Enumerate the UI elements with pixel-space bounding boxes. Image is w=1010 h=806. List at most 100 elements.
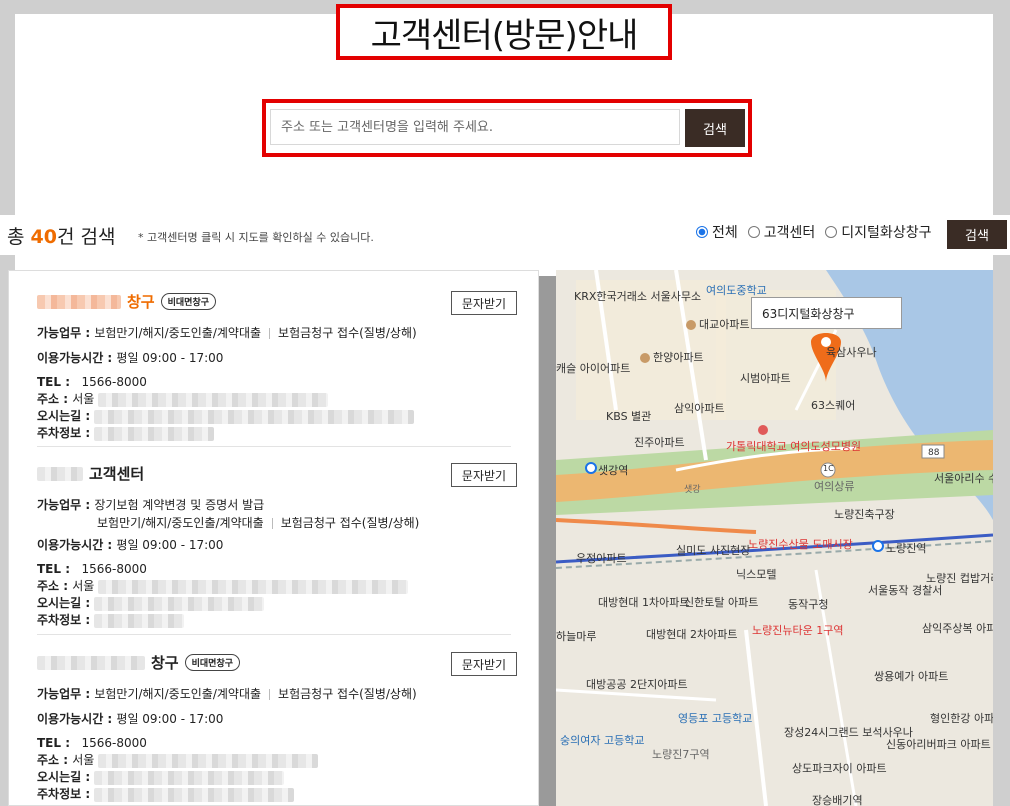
divider — [37, 634, 511, 635]
way-row: 오시는길 : — [37, 408, 517, 425]
radio-customer-center-label[interactable]: 고객센터 — [764, 222, 816, 242]
map-label: 하늘마루 — [556, 630, 597, 643]
center-name[interactable]: 고객센터 — [37, 463, 517, 484]
map-label: 상도파크자이 아파트 — [792, 762, 887, 775]
addr-label: 주소 : — [37, 753, 73, 767]
map-label: 대방공공 2단지아파트 — [586, 678, 688, 691]
work-value-2: 보험금청구 접수(질병/상해) — [280, 516, 420, 530]
map-label-text: 대교아파트 — [699, 318, 750, 331]
map-label: 노량진축구장 — [834, 508, 895, 521]
map-label: 대방현대 2차아파트 — [646, 628, 738, 641]
radio-digital-window-label[interactable]: 디지털화상창구 — [841, 222, 931, 242]
redacted-name — [37, 294, 121, 309]
tel-row: TEL : 1566-8000 — [37, 560, 517, 578]
tel-row: TEL : 1566-8000 — [37, 734, 517, 752]
hours-row: 이용가능시간 : 평일 09:00 - 17:00 — [37, 536, 517, 554]
work-row: 가능업무 : 보험만기/해지/중도인출/계약대출 보험금청구 접수(질병/상해) — [37, 685, 517, 703]
radio-all[interactable] — [696, 226, 708, 238]
work-row-2: 보험만기/해지/중도인출/계약대출 보험금청구 접수(질병/상해) — [37, 514, 517, 532]
map-label: 캐슬 아이어파트 — [556, 362, 631, 375]
parking-label: 주차정보 : — [37, 613, 91, 627]
map-label: 동작구청 — [788, 598, 829, 611]
list-item[interactable]: 창구 비대면창구 문자받기 가능업무 : 보험만기/해지/중도인출/계약대출 보험… — [37, 652, 517, 803]
center-name-suffix[interactable]: 창구 — [151, 652, 179, 673]
map-label: 장승배기역 — [812, 794, 863, 806]
redacted-parking — [93, 426, 214, 441]
map-label: 노량진역 — [886, 542, 927, 555]
center-name[interactable]: 창구 비대면창구 — [37, 652, 517, 673]
map-label: 육삼사우나 — [826, 346, 877, 359]
result-list[interactable]: 창구 비대면창구 문자받기 가능업무 : 보험만기/해지/중도인출/계약대출 보험… — [8, 270, 539, 806]
redacted-address — [98, 579, 409, 594]
addr-label: 주소 : — [37, 392, 73, 406]
map-label: 우정아파트 — [576, 552, 627, 565]
hours-value: 평일 09:00 - 17:00 — [116, 538, 224, 552]
filter-search-button[interactable]: 검색 — [947, 220, 1007, 249]
way-row: 오시는길 : — [37, 769, 517, 786]
work-label: 가능업무 : — [37, 326, 95, 340]
status-badge: 비대면창구 — [184, 654, 241, 671]
way-label: 오시는길 : — [37, 770, 91, 784]
page-title-box: 고객센터(방문)안내 — [336, 4, 672, 60]
map-label: 가톨릭대학교 여의도성모병원 — [726, 440, 862, 453]
work-row: 가능업무 : 장기보험 계약변경 및 증명서 발급 — [37, 496, 517, 514]
divider — [37, 446, 511, 447]
map-label: 숭의여자 고등학교 — [560, 734, 645, 747]
tel-value: 1566-8000 — [81, 375, 147, 389]
addr-row: 주소 : 서울 — [37, 578, 517, 595]
map-label: KRX한국거래소 서울사무소 — [574, 290, 702, 303]
radio-digital-window[interactable] — [825, 226, 838, 238]
hours-row: 이용가능시간 : 평일 09:00 - 17:00 — [37, 349, 517, 367]
map-label: 노량진 컵밥거리 — [926, 572, 993, 585]
list-item[interactable]: 고객센터 문자받기 가능업무 : 장기보험 계약변경 및 증명서 발급 보험만기… — [37, 463, 517, 629]
hours-label: 이용가능시간 : — [37, 538, 117, 552]
redacted-way — [93, 770, 284, 785]
hospital-icon — [758, 425, 768, 435]
hours-value: 평일 09:00 - 17:00 — [116, 351, 224, 365]
work-value-2: 보험금청구 접수(질병/상해) — [278, 326, 417, 340]
list-item[interactable]: 창구 비대면창구 문자받기 가능업무 : 보험만기/해지/중도인출/계약대출 보험… — [37, 291, 517, 442]
radio-all-label[interactable]: 전체 — [712, 222, 738, 242]
work-value: 보험만기/해지/중도인출/계약대출 — [94, 687, 262, 701]
map-label: 노량진수산물 도매시장 — [748, 538, 853, 551]
parking-row: 주차정보 : — [37, 786, 517, 803]
map-label: 서울아리수 수도자재관 — [934, 472, 993, 485]
map-label: 여의상류 — [814, 480, 855, 493]
map-label-text: 한양아파트 — [653, 351, 704, 364]
redacted-name — [37, 655, 145, 670]
station-icon — [585, 462, 597, 474]
map[interactable]: 63디지털화상창구 KRX한국거래소 서울사무소 여의도중학교 대교아파트 한양… — [556, 270, 993, 806]
map-label: 여의도중학교 — [706, 284, 767, 297]
tel-value: 1566-8000 — [81, 736, 147, 750]
sms-button[interactable]: 문자받기 — [451, 463, 517, 487]
map-callout[interactable]: 63디지털화상창구 — [751, 297, 902, 329]
map-label: 쌍용예가 아파트 — [874, 670, 949, 683]
result-count-suffix: 건 검색 — [56, 226, 116, 248]
work-value-2: 보험금청구 접수(질병/상해) — [278, 687, 417, 701]
addr-value: 서울 — [72, 579, 95, 593]
hours-row: 이용가능시간 : 평일 09:00 - 17:00 — [37, 710, 517, 728]
work-label: 가능업무 : — [37, 498, 95, 512]
map-label: 실미도 사진현장 — [676, 544, 751, 557]
parking-row: 주차정보 : — [37, 612, 517, 629]
search-input[interactable] — [270, 109, 680, 145]
work-value: 장기보험 계약변경 및 증명서 발급 — [94, 498, 265, 512]
page: 고객센터(방문)안내 검색 총 40건 검색 * 고객센터명 클릭 시 지도를 … — [0, 0, 1010, 806]
map-label: 형인한강 아파트 — [930, 712, 993, 725]
map-label: 삼익아파트 — [674, 402, 725, 415]
redacted-address — [98, 753, 319, 768]
sms-button[interactable]: 문자받기 — [451, 652, 517, 676]
redacted-way — [93, 596, 264, 611]
redacted-address — [98, 392, 329, 407]
map-label: 닉스모텔 — [736, 568, 777, 581]
map-label: 삼익주상복 아파트 — [922, 622, 993, 635]
search-button[interactable]: 검색 — [685, 109, 745, 147]
radio-customer-center[interactable] — [747, 226, 760, 238]
sms-button[interactable]: 문자받기 — [451, 291, 517, 315]
center-name[interactable]: 창구 비대면창구 — [37, 291, 517, 312]
map-label: 샛강 — [684, 485, 701, 495]
right-strip — [993, 0, 1010, 806]
station-icon — [872, 540, 884, 552]
center-name-suffix[interactable]: 창구 — [127, 291, 155, 312]
center-name-suffix[interactable]: 고객센터 — [89, 463, 144, 484]
